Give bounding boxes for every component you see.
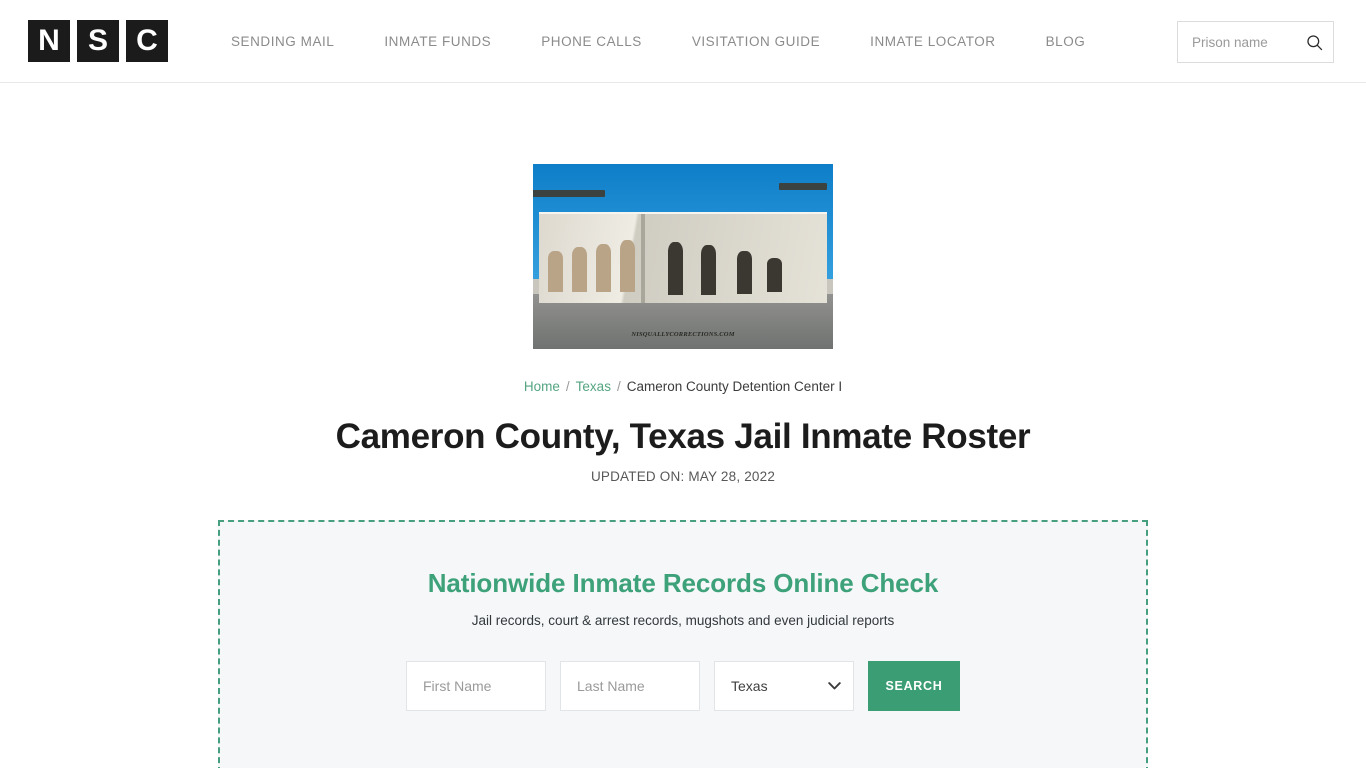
state-select[interactable]: Texas xyxy=(714,661,854,712)
search-icon xyxy=(1307,34,1323,50)
main-navigation: SENDING MAIL INMATE FUNDS PHONE CALLS VI… xyxy=(206,34,1110,49)
breadcrumb: Home / Texas / Cameron County Detention Cent… xyxy=(0,378,1366,397)
logo-tile-s: S xyxy=(77,20,119,62)
site-logo[interactable]: N S C xyxy=(28,20,168,62)
photo-door xyxy=(701,245,716,296)
prison-name-input[interactable] xyxy=(1190,33,1302,51)
inmate-records-search-widget: Nationwide Inmate Records Online Check J… xyxy=(218,520,1148,768)
breadcrumb-separator: / xyxy=(616,379,621,394)
traffic-light-right xyxy=(779,182,827,190)
last-name-input[interactable] xyxy=(560,661,700,712)
breadcrumb-home[interactable]: Home xyxy=(524,379,560,394)
state-select-wrapper[interactable]: Texas xyxy=(714,661,854,712)
photo-watermark: NISQUALLYCORRECTIONS.COM xyxy=(631,330,735,338)
facility-photo: NISQUALLYCORRECTIONS.COM xyxy=(533,164,833,349)
widget-subtitle: Jail records, court & arrest records, mu… xyxy=(471,613,895,629)
nav-item-inmate-locator[interactable]: INMATE LOCATOR xyxy=(845,34,1020,49)
page-title: Cameron County, Texas Jail Inmate Roster xyxy=(335,416,1031,456)
photo-door xyxy=(767,258,782,292)
traffic-light-left xyxy=(533,189,605,198)
photo-door xyxy=(737,250,752,294)
header-search-button[interactable] xyxy=(1306,34,1323,51)
photo-door xyxy=(596,243,611,292)
photo-door xyxy=(572,247,587,292)
logo-tile-n: N xyxy=(28,20,70,62)
nav-item-blog[interactable]: BLOG xyxy=(1021,34,1111,49)
nav-item-sending-mail[interactable]: SENDING MAIL xyxy=(206,34,359,49)
photo-door xyxy=(548,250,563,292)
nav-item-visitation-guide[interactable]: VISITATION GUIDE xyxy=(667,34,845,49)
breadcrumb-current: Cameron County Detention Center I xyxy=(626,379,843,394)
widget-title: Nationwide Inmate Records Online Check xyxy=(427,568,939,599)
breadcrumb-separator: / xyxy=(565,379,570,394)
inmate-search-button[interactable]: SEARCH xyxy=(868,661,960,712)
updated-on-label: UPDATED ON: MAY 28, 2022 xyxy=(590,469,776,485)
photo-door xyxy=(620,239,635,292)
photo-door xyxy=(668,241,683,296)
inmate-search-form: Texas SEARCH xyxy=(250,661,1116,712)
photo-building-corner xyxy=(641,213,645,303)
page-content: NISQUALLYCORRECTIONS.COM Home / Texas / Came… xyxy=(0,164,1366,768)
header-search-box[interactable] xyxy=(1177,21,1334,63)
nav-item-phone-calls[interactable]: PHONE CALLS xyxy=(516,34,667,49)
first-name-input[interactable] xyxy=(406,661,546,712)
nav-item-inmate-funds[interactable]: INMATE FUNDS xyxy=(359,34,516,49)
breadcrumb-state[interactable]: Texas xyxy=(576,379,611,394)
site-header: N S C SENDING MAIL INMATE FUNDS PHONE CA… xyxy=(0,0,1366,83)
logo-tile-c: C xyxy=(126,20,168,62)
